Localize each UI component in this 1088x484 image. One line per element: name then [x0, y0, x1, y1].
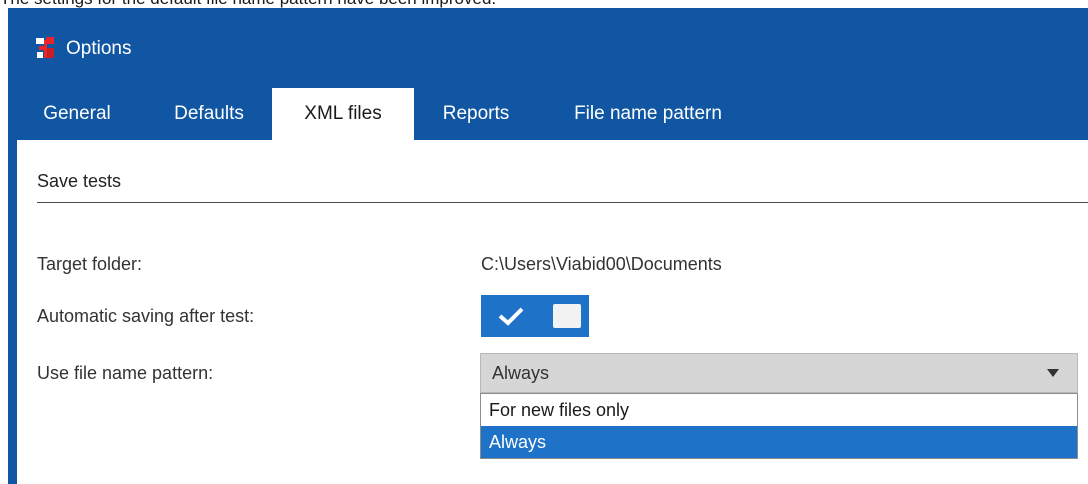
check-icon [498, 307, 524, 326]
title-bar: Options [8, 8, 1088, 88]
option-for-new-files-only[interactable]: For new files only [481, 394, 1077, 426]
tab-xml-files[interactable]: XML files [272, 88, 414, 140]
tab-content-panel: Save tests Target folder: C:\Users\Viabi… [17, 140, 1088, 484]
tab-file-name-pattern[interactable]: File name pattern [538, 88, 758, 140]
tab-general[interactable]: General [8, 88, 146, 140]
file-name-pattern-select[interactable]: Always [480, 353, 1078, 393]
toggle-knob [553, 304, 581, 328]
section-title: Save tests [37, 171, 122, 191]
dropdown-arrow-icon [1047, 369, 1059, 377]
option-always[interactable]: Always [481, 426, 1077, 458]
file-name-pattern-label: Use file name pattern: [37, 363, 214, 383]
auto-save-label: Automatic saving after test: [37, 306, 255, 326]
options-window: Options General Defaults XML files Repor… [8, 8, 1088, 484]
target-folder-value: C:\Users\Viabid00\Documents [481, 254, 722, 274]
tab-bar: General Defaults XML files Reports File … [8, 88, 1088, 140]
app-logo-icon [36, 37, 54, 58]
select-value: Always [492, 363, 550, 383]
window-title: Options [66, 38, 132, 59]
tab-defaults[interactable]: Defaults [146, 88, 272, 140]
auto-save-toggle[interactable] [481, 295, 589, 337]
tab-reports[interactable]: Reports [414, 88, 538, 140]
caption-text: The settings for the default file name p… [0, 0, 496, 8]
section-divider [37, 202, 1088, 203]
file-name-pattern-dropdown-list: For new files only Always [480, 393, 1078, 459]
target-folder-label: Target folder: [37, 254, 143, 274]
